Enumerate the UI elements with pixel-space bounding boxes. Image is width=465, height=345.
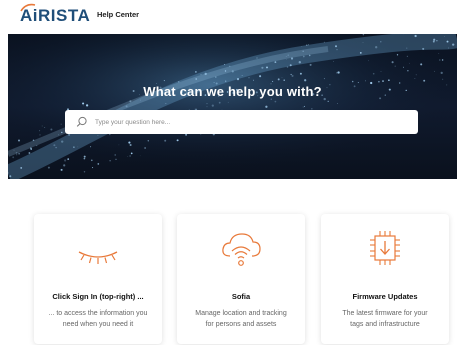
- top-header: AiRISTA Help Center: [0, 0, 465, 34]
- airista-logo[interactable]: AiRISTA: [20, 3, 90, 26]
- card-title: Sofia: [231, 292, 251, 301]
- hero-title: What can we help you with?: [143, 84, 322, 99]
- chip-download-icon: [321, 226, 449, 270]
- card-description-line: The latest firmware for your: [342, 310, 428, 317]
- card-description: ... to access the information you need w…: [40, 308, 156, 330]
- card-description: Manage location and tracking for persons…: [183, 308, 299, 330]
- closed-eye-icon: [34, 226, 162, 270]
- help-center-link[interactable]: Help Center: [97, 10, 139, 19]
- card-description: The latest firmware for your tags and in…: [327, 308, 443, 330]
- card-description-line: tags and infrastructure: [350, 321, 420, 328]
- card-description-line: Manage location and tracking: [195, 310, 287, 317]
- search-input[interactable]: [95, 118, 395, 126]
- card-title: Firmware Updates: [352, 292, 418, 301]
- hero-banner: What can we help you with?: [8, 34, 457, 179]
- card-title: Click Sign In (top-right) ...: [52, 292, 144, 301]
- card-description-line: for persons and assets: [205, 321, 277, 328]
- card-description-line: ... to access the information you: [48, 310, 148, 317]
- card-sofia[interactable]: Sofia Manage location and tracking for p…: [177, 214, 305, 344]
- hero-background-image: [8, 34, 457, 179]
- card-sign-in[interactable]: Click Sign In (top-right) ... ... to acc…: [34, 214, 162, 344]
- card-firmware-updates[interactable]: Firmware Updates The latest firmware for…: [321, 214, 449, 344]
- card-description-line: need when you need it: [62, 321, 134, 328]
- cloud-wifi-icon: [177, 226, 305, 270]
- search-bar[interactable]: [65, 110, 418, 134]
- search-icon: [75, 115, 89, 129]
- logo-swoosh-icon: [20, 3, 36, 12]
